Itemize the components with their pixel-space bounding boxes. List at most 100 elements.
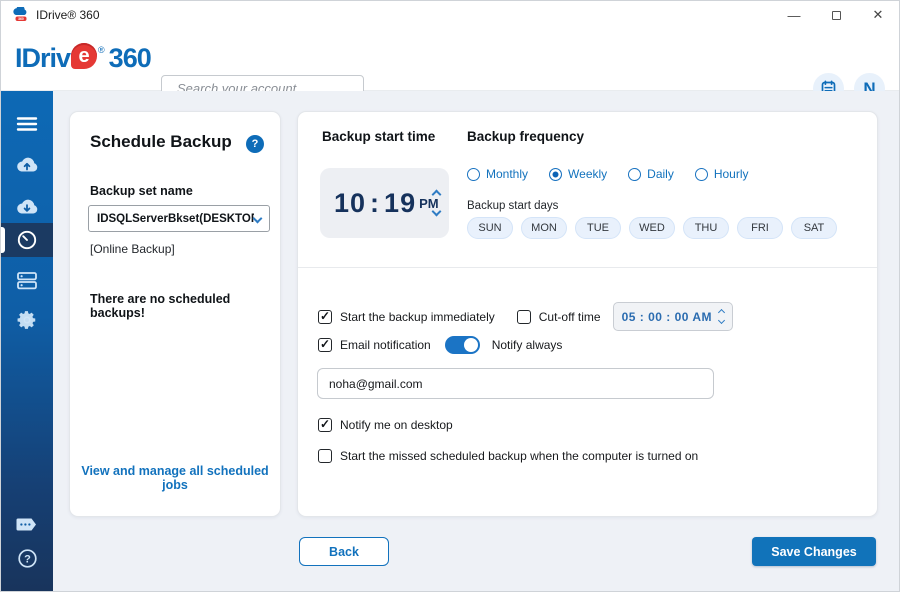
radio-icon [467, 168, 480, 181]
backup-start-days-label: Backup start days [467, 200, 558, 212]
spinner-down-icon[interactable] [718, 317, 725, 324]
start-immediately-checkbox[interactable] [318, 310, 332, 324]
logo-registered-mark: ® [98, 45, 105, 55]
backup-type-label: [Online Backup] [90, 242, 175, 256]
minimize-button[interactable]: — [773, 1, 815, 29]
maximize-button[interactable] [815, 1, 857, 29]
sidebar-item-backup[interactable] [1, 147, 53, 181]
schedule-clock-icon [16, 229, 38, 251]
day-pill-wed[interactable]: WED [629, 217, 675, 239]
notification-email-input[interactable] [317, 368, 714, 399]
cutoff-time-spinner[interactable]: 05 : 00 : 00 AM [613, 302, 733, 331]
cutoff-time-label: Cut-off time [539, 310, 601, 324]
backup-frequency-label: Backup frequency [467, 129, 584, 144]
cloud-upload-icon [15, 155, 39, 173]
maximize-icon [832, 11, 841, 20]
schedule-settings-panel: Backup start time 10 : 19 PM Backup freq… [297, 111, 878, 517]
backup-start-days: SUN MON TUE WED THU FRI SAT [467, 217, 837, 239]
cutoff-time-steppers [719, 310, 724, 323]
day-pill-sat[interactable]: SAT [791, 217, 837, 239]
time-hour[interactable]: 10 [334, 188, 366, 219]
no-scheduled-backups-message: There are no scheduled backups! [90, 292, 280, 320]
storage-icon [16, 271, 38, 290]
toggle-knob [464, 338, 478, 352]
time-up-icon[interactable] [432, 190, 442, 200]
app-logo-icon: 360 [13, 7, 29, 23]
backup-start-time-label: Backup start time [322, 129, 435, 144]
notify-desktop-checkbox[interactable] [318, 418, 332, 432]
frequency-option-monthly[interactable]: Monthly [467, 167, 528, 181]
sidebar-chat-button[interactable] [1, 507, 53, 541]
notify-desktop-row: Notify me on desktop [318, 418, 453, 432]
app-window: 360 IDrive® 360 — ✕ IDriv e ® 360 [0, 0, 900, 592]
notify-always-label: Notify always [492, 338, 563, 352]
radio-label: Monthly [486, 167, 528, 181]
email-notification-row: Email notification Notify always [318, 336, 562, 354]
sidebar-help-button[interactable]: ? [1, 541, 53, 575]
section-divider [298, 267, 877, 268]
chat-icon [15, 516, 39, 533]
back-button[interactable]: Back [299, 537, 389, 566]
header: IDriv e ® 360 N [1, 29, 899, 91]
start-immediately-label: Start the backup immediately [340, 310, 495, 324]
radio-label: Hourly [714, 167, 749, 181]
save-changes-button[interactable]: Save Changes [752, 537, 876, 566]
sidebar-item-storage[interactable] [1, 263, 53, 297]
missed-backup-checkbox[interactable] [318, 449, 332, 463]
panel-title: Schedule Backup [90, 132, 232, 152]
frequency-option-hourly[interactable]: Hourly [695, 167, 749, 181]
sidebar: ? [1, 91, 53, 591]
menu-icon [16, 116, 38, 132]
content-area: Schedule Backup ? Backup set name IDSQLS… [53, 91, 899, 591]
backup-set-name-label: Backup set name [90, 184, 193, 198]
help-icon: ? [17, 548, 38, 569]
settings-gear-icon [16, 309, 38, 331]
radio-icon [695, 168, 708, 181]
svg-text:360: 360 [18, 17, 24, 21]
radio-icon [628, 168, 641, 181]
notify-desktop-label: Notify me on desktop [340, 418, 453, 432]
time-steppers [433, 168, 440, 238]
logo-text-prefix: IDriv [15, 43, 70, 74]
chevron-down-icon [253, 214, 263, 224]
close-button[interactable]: ✕ [857, 1, 899, 29]
email-notification-label: Email notification [340, 338, 431, 352]
cutoff-time-checkbox[interactable] [517, 310, 531, 324]
view-manage-jobs-link[interactable]: View and manage all scheduled jobs [80, 464, 270, 492]
day-pill-thu[interactable]: THU [683, 217, 729, 239]
backup-set-value: IDSQLServerBkset(DESKTOP... [97, 213, 254, 225]
sidebar-item-settings[interactable] [1, 303, 53, 337]
day-pill-fri[interactable]: FRI [737, 217, 783, 239]
notify-always-toggle[interactable] [445, 336, 480, 354]
cutoff-time-value: 05 : 00 : 00 AM [622, 310, 712, 324]
day-pill-mon[interactable]: MON [521, 217, 567, 239]
window-controls: — ✕ [773, 1, 899, 29]
frequency-option-daily[interactable]: Daily [628, 167, 674, 181]
titlebar: 360 IDrive® 360 — ✕ [1, 1, 899, 29]
spinner-up-icon[interactable] [718, 309, 725, 316]
backup-start-time-picker[interactable]: 10 : 19 PM [320, 168, 449, 238]
frequency-option-weekly[interactable]: Weekly [549, 167, 607, 181]
day-pill-sun[interactable]: SUN [467, 217, 513, 239]
day-pill-tue[interactable]: TUE [575, 217, 621, 239]
missed-backup-row: Start the missed scheduled backup when t… [318, 449, 698, 463]
missed-backup-label: Start the missed scheduled backup when t… [340, 449, 698, 463]
logo-e-badge: e [71, 43, 97, 69]
time-minute[interactable]: 19 [384, 188, 416, 219]
email-notification-checkbox[interactable] [318, 338, 332, 352]
sidebar-item-schedule[interactable] [1, 223, 53, 257]
frequency-options: Monthly Weekly Daily Hourly [467, 167, 749, 181]
panel-help-icon[interactable]: ? [246, 135, 264, 153]
radio-label: Weekly [568, 167, 607, 181]
sidebar-menu-button[interactable] [1, 107, 53, 141]
titlebar-app: 360 IDrive® 360 [1, 7, 100, 23]
immediate-and-cutoff-row: Start the backup immediately Cut-off tim… [318, 302, 733, 331]
logo-text-suffix: 360 [109, 43, 151, 74]
time-down-icon[interactable] [432, 207, 442, 217]
backup-set-dropdown[interactable]: IDSQLServerBkset(DESKTOP... [88, 205, 270, 232]
cloud-download-icon [15, 197, 39, 215]
sidebar-item-restore[interactable] [1, 189, 53, 223]
app-logo: IDriv e ® 360 [15, 43, 151, 74]
schedule-backup-panel: Schedule Backup ? Backup set name IDSQLS… [69, 111, 281, 517]
window-title: IDrive® 360 [36, 8, 100, 22]
